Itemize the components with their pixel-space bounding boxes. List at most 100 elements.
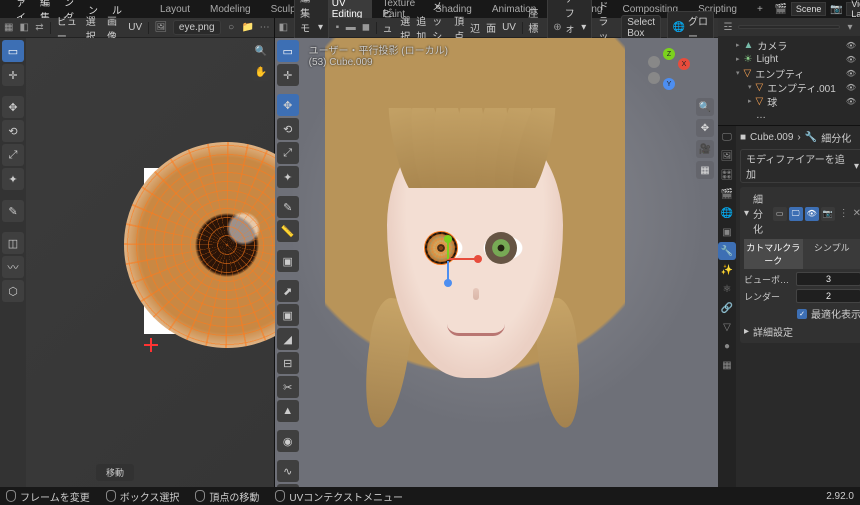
prop-tab-modifier-icon[interactable]: 🔧 xyxy=(718,242,736,260)
viewport-canvas[interactable] xyxy=(275,38,718,487)
mod-edit-icon[interactable]: ▭ xyxy=(773,207,787,221)
prop-tab-object-icon[interactable]: ▣ xyxy=(718,223,736,241)
tool-pinch-icon[interactable]: ⬡ xyxy=(2,280,24,302)
vp-menu-edge[interactable]: 辺 xyxy=(470,20,480,35)
mod-close-icon[interactable]: ✕ xyxy=(853,208,860,220)
tool-edgeslide-icon[interactable]: ⇥ xyxy=(277,484,299,487)
prop-tab-scene-icon[interactable]: 🎬 xyxy=(718,185,736,203)
tool-cursor-icon[interactable]: ✛ xyxy=(277,64,299,86)
subdiv-tab-simple[interactable]: シンプル xyxy=(803,239,860,269)
workspace-tab[interactable]: Layout xyxy=(150,2,200,17)
tool-bevel-icon[interactable]: ◢ xyxy=(277,328,299,350)
outliner-item[interactable]: … xyxy=(722,108,856,122)
viewport-levels-field[interactable]: 3 xyxy=(796,272,860,286)
tool-select-icon[interactable]: ▭ xyxy=(277,40,299,62)
tool-rotate-icon[interactable]: ⟲ xyxy=(2,120,24,142)
nav-camera-icon[interactable]: 🎥 xyxy=(696,140,714,158)
outliner-item[interactable]: ▾▽エンプティ👁 xyxy=(722,66,856,80)
uv-mode-icon[interactable]: ◧ xyxy=(19,22,28,34)
vp-menu-uv[interactable]: UV xyxy=(502,22,516,33)
vp-menu-face[interactable]: 面 xyxy=(486,20,496,35)
tool-rip-icon[interactable]: ◫ xyxy=(2,232,24,254)
transform-gizmo-icon[interactable] xyxy=(433,244,463,274)
tool-move-icon[interactable]: ✥ xyxy=(277,94,299,116)
optimal-display-checkbox[interactable]: ✓ xyxy=(797,309,807,319)
tool-rotate-icon[interactable]: ⟲ xyxy=(277,118,299,140)
tool-scale-icon[interactable]: ⤢ xyxy=(2,144,24,166)
add-modifier-dropdown[interactable]: モディファイアーを追加▾ xyxy=(740,149,860,183)
mod-realtime-icon[interactable]: 👁 xyxy=(805,207,819,221)
filter-icon[interactable]: ▾ xyxy=(844,21,856,33)
editor-type-icon[interactable]: ▦ xyxy=(4,22,13,34)
uv-last-op-label[interactable]: 移動 xyxy=(96,464,134,481)
uv-hand-icon[interactable]: ✋ xyxy=(252,63,270,81)
render-levels-field[interactable]: 2 xyxy=(796,289,860,303)
prop-tab-constraint-icon[interactable]: 🔗 xyxy=(718,299,736,317)
subdiv-tab-catmull[interactable]: カトマルクラーク xyxy=(744,239,803,269)
tool-inset-icon[interactable]: ▣ xyxy=(277,304,299,326)
outliner-item[interactable]: ▸☀Light👁 xyxy=(722,52,856,66)
uv-zoom-icon[interactable]: 🔍 xyxy=(252,42,270,60)
tool-transform-icon[interactable]: ✦ xyxy=(2,168,24,190)
outliner-item[interactable]: ▸▽球👁 xyxy=(722,94,856,108)
uv-settings-icon[interactable]: ⋯ xyxy=(260,22,270,34)
image-link-icon[interactable]: 🖼 xyxy=(155,22,167,34)
mod-menu-icon[interactable]: ⋮ xyxy=(839,208,849,220)
nav-pan-icon[interactable]: ✥ xyxy=(696,119,714,137)
tool-transform-icon[interactable]: ✦ xyxy=(277,166,299,188)
outliner-item[interactable]: ▾▽エンプティ.001👁 xyxy=(722,80,856,94)
prop-tab-particle-icon[interactable]: ✨ xyxy=(718,261,736,279)
select-vert-icon[interactable]: ▪ xyxy=(335,22,340,34)
uv-canvas[interactable]: ↖ 🔍 ✋ 移動 xyxy=(26,38,274,487)
workspace-tab[interactable]: Modeling xyxy=(200,2,261,17)
nav-zoom-icon[interactable]: 🔍 xyxy=(696,98,714,116)
mod-display-icon[interactable]: 🖵 xyxy=(789,207,803,221)
tool-annotate-icon[interactable]: ✎ xyxy=(277,196,299,218)
tool-smooth-icon[interactable]: ∿ xyxy=(277,460,299,482)
tool-polybuild-icon[interactable]: ▲ xyxy=(277,400,299,422)
uv-2d-cursor-icon xyxy=(144,338,158,352)
editor-type-icon[interactable]: ☲ xyxy=(722,21,734,33)
prop-tab-texture-icon[interactable]: ▦ xyxy=(718,356,736,374)
tool-cursor-icon[interactable]: ✛ xyxy=(2,64,24,86)
uv-texture-selector[interactable]: eye.png xyxy=(173,20,221,35)
nav-persp-icon[interactable]: ▦ xyxy=(696,161,714,179)
workspace-add-icon[interactable]: + xyxy=(747,2,773,17)
uv-new-icon[interactable]: ○ xyxy=(227,22,236,34)
prop-tab-output-icon[interactable]: 🖼 xyxy=(718,147,736,165)
nav-gizmo-icon[interactable]: XZY xyxy=(648,48,690,90)
advanced-toggle[interactable]: 詳細設定 xyxy=(753,324,793,339)
tool-annotate-icon[interactable]: ✎ xyxy=(2,200,24,222)
prop-tab-render-icon[interactable]: 🖵 xyxy=(718,128,736,146)
tool-measure-icon[interactable]: 📏 xyxy=(277,220,299,242)
tool-spin-icon[interactable]: ◉ xyxy=(277,430,299,452)
scene-selector[interactable]: Scene xyxy=(791,2,827,16)
select-edge-icon[interactable]: ▬ xyxy=(346,22,356,34)
prop-tab-view-icon[interactable]: 🎛 xyxy=(718,166,736,184)
tool-select-icon[interactable]: ▭ xyxy=(2,40,24,62)
outliner-item[interactable]: ▸▲カメラ👁 xyxy=(722,38,856,52)
prop-tab-physics-icon[interactable]: ⚛ xyxy=(718,280,736,298)
tool-addcube-icon[interactable]: ▣ xyxy=(277,250,299,272)
prop-tab-material-icon[interactable]: ● xyxy=(718,337,736,355)
uv-sync-icon[interactable]: ⇄ xyxy=(35,22,44,34)
editor-type-icon[interactable]: ◧ xyxy=(279,22,288,34)
prop-tab-mesh-icon[interactable]: ▽ xyxy=(718,318,736,336)
viewport-overlay-text: ユーザー・平行投影 (ローカル) (53) Cube.009 xyxy=(309,42,448,68)
prop-tab-world-icon[interactable]: 🌐 xyxy=(718,204,736,222)
modifier-name[interactable]: 細分化 xyxy=(753,191,769,236)
drag-selector[interactable]: Select Box xyxy=(621,15,661,41)
uv-menu-uv[interactable]: UV xyxy=(128,22,142,33)
uv-open-icon[interactable]: 📁 xyxy=(242,22,254,34)
select-face-icon[interactable]: ◼ xyxy=(362,22,370,34)
tool-knife-icon[interactable]: ✂ xyxy=(277,376,299,398)
uv-header: ▦ ◧ ⇄ ビュー 選択 画像 UV 🖼 eye.png ○ 📁 ⋯ xyxy=(0,18,274,38)
mod-render-icon[interactable]: 📷 xyxy=(821,207,835,221)
tool-scale-icon[interactable]: ⤢ xyxy=(277,142,299,164)
tool-loopcut-icon[interactable]: ⊟ xyxy=(277,352,299,374)
tool-grab-icon[interactable]: 〰 xyxy=(2,256,24,278)
outliner-search[interactable] xyxy=(738,25,840,29)
tool-extrude-icon[interactable]: ⬈ xyxy=(277,280,299,302)
viewlayer-selector[interactable]: View Layer xyxy=(846,2,860,16)
tool-move-icon[interactable]: ✥ xyxy=(2,96,24,118)
